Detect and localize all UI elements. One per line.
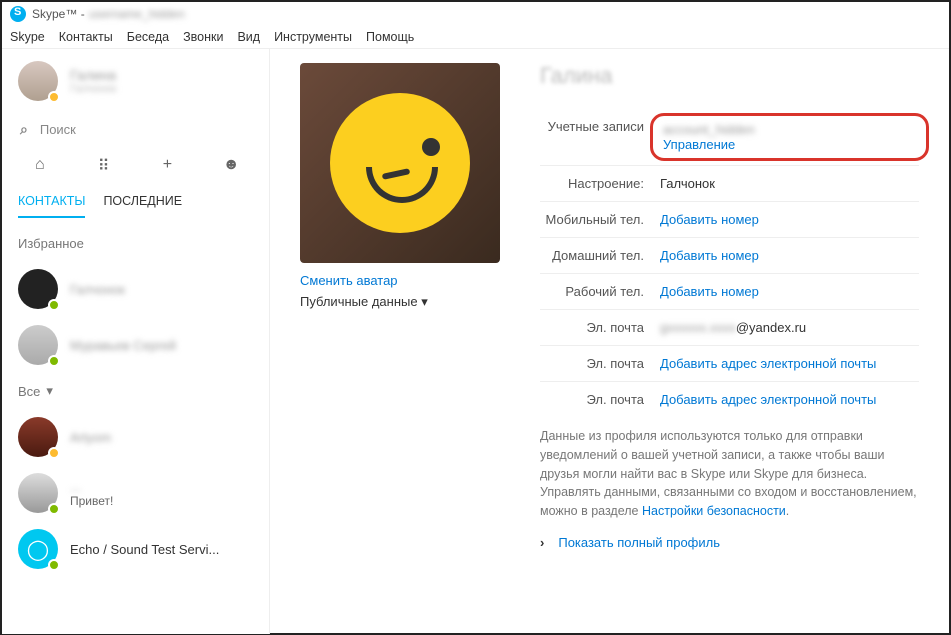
dialpad-icon[interactable]: ⠿ [89, 156, 119, 176]
profile-pane: Сменить аватар Публичные данные ▾ Галина… [270, 49, 949, 634]
titlebar: Skype™ - username_hidden [2, 2, 949, 26]
search-placeholder: Поиск [40, 122, 76, 137]
add-work-link[interactable]: Добавить номер [660, 284, 919, 299]
self-name: Галина [70, 67, 117, 83]
manage-link[interactable]: Управление [663, 137, 916, 152]
status-online-icon [48, 559, 60, 571]
security-settings-link[interactable]: Настройки безопасности [642, 504, 786, 518]
status-online-icon [48, 503, 60, 515]
section-favorites[interactable]: Избранное [2, 226, 269, 261]
contact-row[interactable]: Artyom [2, 409, 269, 465]
menu-skype[interactable]: Skype [10, 30, 45, 44]
contact-name: Муравьев Сергей [70, 338, 176, 353]
status-online-icon [48, 355, 60, 367]
profile-display-name: Галина [540, 63, 919, 89]
add-contact-icon[interactable]: + [152, 156, 182, 176]
self-mood: Галчонок [70, 83, 117, 95]
change-avatar-link[interactable]: Сменить аватар [300, 263, 500, 294]
field-label-work: Рабочий тел. [540, 284, 660, 299]
headset-icon: ◯ [27, 537, 49, 562]
account-value: account_hidden [663, 122, 916, 137]
manage-account-highlight: account_hidden Управление [650, 113, 929, 161]
field-label-home: Домашний тел. [540, 248, 660, 263]
skype-logo-icon [10, 6, 26, 22]
contact-avatar [18, 417, 58, 457]
contact-name: Artyom [70, 430, 111, 445]
self-profile-row[interactable]: Галина Галчонок [2, 49, 269, 113]
contact-row[interactable]: ◯ Echo / Sound Test Servi... [2, 521, 269, 577]
add-mobile-link[interactable]: Добавить номер [660, 212, 919, 227]
echo-avatar: ◯ [18, 529, 58, 569]
tab-contacts[interactable]: КОНТАКТЫ [18, 186, 85, 218]
field-label-accounts: Учетные записи [540, 119, 660, 155]
email-value: gхххххх.хххх@yandex.ru [660, 320, 919, 335]
menu-view[interactable]: Вид [237, 30, 260, 44]
chevron-down-icon: ▾ [46, 383, 53, 399]
contact-avatar [18, 325, 58, 365]
menu-conversation[interactable]: Беседа [127, 30, 169, 44]
mood-value[interactable]: Галчонок [660, 176, 919, 191]
sidebar-toolbar: ⌂ ⠿ + ☻ [2, 146, 269, 186]
profile-info-text: Данные из профиля используются только дл… [540, 427, 919, 521]
status-away-icon [48, 91, 60, 103]
contact-name: Echo / Sound Test Servi... [70, 542, 219, 557]
chevron-right-icon: › [540, 535, 544, 550]
sidebar: Галина Галчонок ⌕ Поиск ⌂ ⠿ + ☻ КОНТАКТЫ… [2, 49, 270, 634]
contact-row[interactable]: ... Привет! [2, 465, 269, 521]
bot-icon[interactable]: ☻ [216, 156, 246, 176]
home-icon[interactable]: ⌂ [25, 156, 55, 176]
field-label-email: Эл. почта [540, 392, 660, 407]
add-email-link[interactable]: Добавить адрес электронной почты [660, 392, 919, 407]
app-name: Skype™ [32, 7, 77, 21]
section-all[interactable]: Все ▾ [2, 373, 269, 409]
status-away-icon [48, 447, 60, 459]
profile-avatar[interactable] [300, 63, 500, 263]
sidebar-tabs: КОНТАКТЫ ПОСЛЕДНИЕ [2, 186, 269, 218]
public-data-dropdown[interactable]: Публичные данные ▾ [300, 294, 500, 310]
search-row[interactable]: ⌕ Поиск [2, 113, 269, 146]
tab-recent[interactable]: ПОСЛЕДНИЕ [103, 186, 182, 218]
menu-tools[interactable]: Инструменты [274, 30, 352, 44]
contact-name: Галчонок [70, 282, 125, 297]
contact-avatar [18, 473, 58, 513]
contact-avatar [18, 269, 58, 309]
show-full-profile[interactable]: › Показать полный профиль [540, 535, 919, 550]
add-home-link[interactable]: Добавить номер [660, 248, 919, 263]
field-label-email: Эл. почта [540, 356, 660, 371]
contact-name: ... [70, 479, 113, 494]
self-avatar [18, 61, 58, 101]
status-online-icon [48, 299, 60, 311]
window-username: username_hidden [89, 7, 185, 21]
menubar: Skype Контакты Беседа Звонки Вид Инструм… [2, 26, 949, 49]
search-icon: ⌕ [20, 121, 28, 138]
field-label-email: Эл. почта [540, 320, 660, 335]
menu-calls[interactable]: Звонки [183, 30, 223, 44]
menu-contacts[interactable]: Контакты [59, 30, 113, 44]
add-email-link[interactable]: Добавить адрес электронной почты [660, 356, 919, 371]
contact-row[interactable]: Муравьев Сергей [2, 317, 269, 373]
field-label-mood: Настроение: [540, 176, 660, 191]
contact-last-msg: Привет! [70, 494, 113, 508]
contact-row[interactable]: Галчонок [2, 261, 269, 317]
menu-help[interactable]: Помощь [366, 30, 414, 44]
field-label-mobile: Мобильный тел. [540, 212, 660, 227]
